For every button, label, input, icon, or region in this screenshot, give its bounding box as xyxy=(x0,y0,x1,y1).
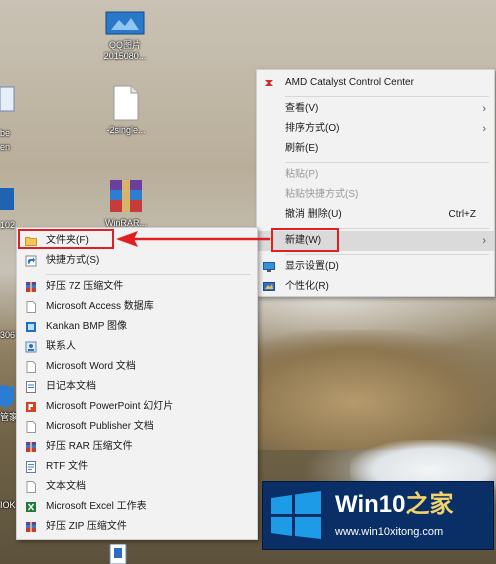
edge-label: 102 xyxy=(0,220,16,230)
powerpoint-icon xyxy=(26,402,36,412)
personalize-icon xyxy=(263,282,275,291)
bmp-icon xyxy=(26,322,36,332)
submenu-item-rar-archive[interactable]: 好压 RAR 压缩文件 xyxy=(17,437,257,457)
chevron-right-icon: › xyxy=(482,123,486,135)
menu-item-view[interactable]: 查看(V) › xyxy=(257,99,494,119)
menu-item-refresh[interactable]: 刷新(E) xyxy=(257,139,494,159)
qq-image-label: QQ图片 2015080... xyxy=(103,40,147,61)
submenu-item-zip-archive[interactable]: 好压 ZIP 压缩文件 xyxy=(17,517,257,537)
menu-item-paste-shortcut: 粘贴快捷方式(S) xyxy=(285,189,359,200)
blank-file-desktop-icon[interactable] xyxy=(112,85,140,121)
excel-icon xyxy=(26,502,36,512)
chevron-right-icon: › xyxy=(482,103,486,115)
rtf-icon xyxy=(26,461,36,473)
menu-item-paste: 粘贴(P) xyxy=(285,169,319,180)
submenu-item-excel[interactable]: Microsoft Excel 工作表 xyxy=(17,497,257,517)
partial-bottom-icon xyxy=(109,544,127,564)
desktop-context-menu: AMD Catalyst Control Center 查看(V) › 排序方式… xyxy=(256,69,495,297)
wallpaper-hill xyxy=(250,330,496,450)
submenu-item-word-doc[interactable]: Microsoft Word 文档 xyxy=(17,357,257,377)
submenu-item-shortcut[interactable]: 快捷方式(S) xyxy=(17,251,257,271)
archive-icon xyxy=(26,282,36,292)
shortcut-icon xyxy=(25,255,37,267)
watermark-url: www.win10xitong.com xyxy=(335,526,444,538)
watermark-brand: Win10之家 xyxy=(335,491,454,518)
edge-label: be xyxy=(0,128,11,138)
qq-image-desktop-icon[interactable] xyxy=(105,10,145,36)
submenu-item-text-doc[interactable]: 文本文档 xyxy=(17,477,257,497)
menu-item-undo-delete[interactable]: 撤消 删除(U) Ctrl+Z xyxy=(257,205,494,225)
edge-label: IOK xyxy=(0,500,16,510)
menu-item-sort-by[interactable]: 排序方式(O) › xyxy=(257,119,494,139)
menu-item-amd-catalyst[interactable]: AMD Catalyst Control Center xyxy=(257,73,494,93)
edge-label: en xyxy=(0,142,11,152)
publisher-icon xyxy=(26,421,36,433)
windows-logo-icon xyxy=(271,491,321,539)
annotation-arrow-icon xyxy=(116,231,270,247)
menu-separator xyxy=(46,274,251,275)
winrar-desktop-icon[interactable] xyxy=(106,178,146,216)
partial-edge-icon xyxy=(0,86,15,112)
submenu-item-access-db[interactable]: Microsoft Access 数据库 xyxy=(17,297,257,317)
submenu-item-journal[interactable]: 日记本文档 xyxy=(17,377,257,397)
submenu-item-contact[interactable]: 联系人 xyxy=(17,337,257,357)
archive-icon xyxy=(26,442,36,452)
menu-separator xyxy=(285,162,489,163)
winrar-icon xyxy=(110,180,142,212)
shortcut-text: Ctrl+Z xyxy=(448,209,477,220)
access-icon xyxy=(26,301,36,313)
image-file-icon xyxy=(105,11,145,35)
text-icon xyxy=(26,481,36,493)
submenu-item-7z-archive[interactable]: 好压 7Z 压缩文件 xyxy=(17,277,257,297)
partial-windows-icon xyxy=(0,188,14,210)
partial-shield-icon xyxy=(0,385,14,408)
submenu-item-publisher[interactable]: Microsoft Publisher 文档 xyxy=(17,417,257,437)
new-submenu: 文件夹(F) 快捷方式(S) 好压 7Z 压缩文件 Microsoft Acce… xyxy=(16,227,258,540)
contact-icon xyxy=(25,341,37,353)
submenu-item-powerpoint[interactable]: Microsoft PowerPoint 幻灯片 xyxy=(17,397,257,417)
submenu-item-bmp-image[interactable]: Kankan BMP 图像 xyxy=(17,317,257,337)
document-icon xyxy=(113,85,139,121)
submenu-item-rtf[interactable]: RTF 文件 xyxy=(17,457,257,477)
word-icon xyxy=(26,361,36,373)
annotation-highlight-folder xyxy=(18,229,114,249)
journal-icon xyxy=(26,381,36,393)
chevron-right-icon: › xyxy=(482,235,486,247)
menu-separator xyxy=(285,254,489,255)
display-icon xyxy=(263,262,275,272)
blank-file-label: -2single... xyxy=(106,125,146,135)
edge-label: 306 xyxy=(0,330,16,340)
menu-item-personalize[interactable]: 个性化(R) xyxy=(257,277,494,297)
amd-icon xyxy=(265,80,273,86)
annotation-highlight-new xyxy=(271,228,339,252)
win10-watermark: Win10之家 www.win10xitong.com xyxy=(262,481,494,550)
menu-item-display-settings[interactable]: 显示设置(D) xyxy=(257,257,494,277)
archive-icon xyxy=(26,522,36,532)
menu-separator xyxy=(285,96,489,97)
